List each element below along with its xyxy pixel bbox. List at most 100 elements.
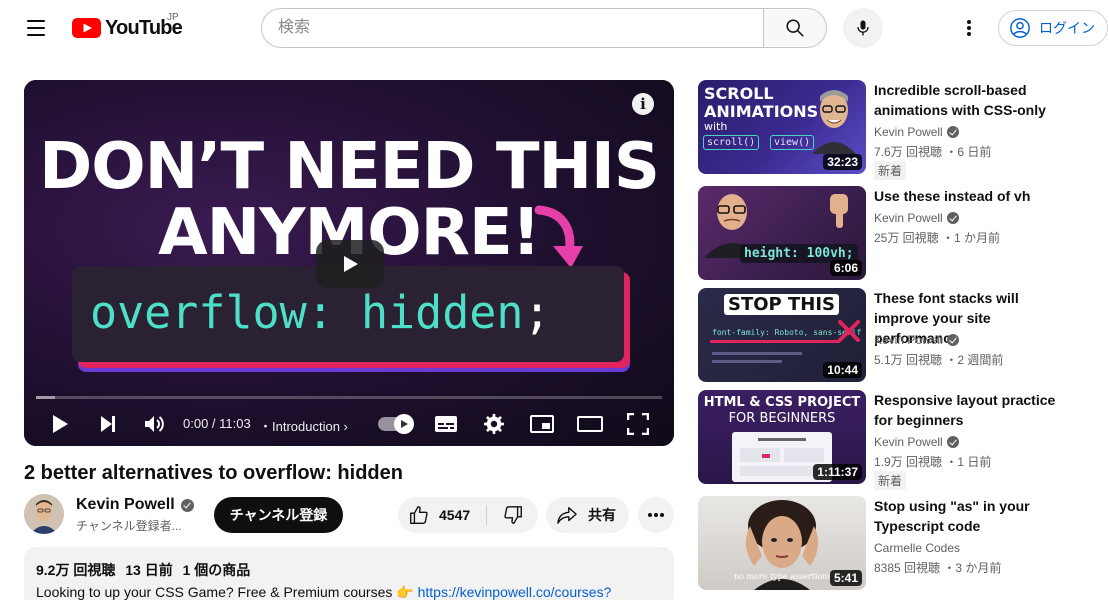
thumbs-down-icon bbox=[503, 506, 522, 524]
progress-bar[interactable] bbox=[36, 396, 662, 399]
play-button[interactable] bbox=[46, 410, 74, 438]
thumbnail-code: overflow: hidden; bbox=[90, 286, 551, 339]
subscribe-button[interactable]: チャンネル登録 bbox=[214, 497, 343, 533]
verified-badge-icon bbox=[180, 498, 194, 512]
video-title: 2 better alternatives to overflow: hidde… bbox=[24, 462, 403, 484]
volume-icon bbox=[145, 416, 164, 432]
sign-in-button[interactable]: ログイン bbox=[998, 10, 1108, 46]
settings-button[interactable] bbox=[480, 410, 508, 438]
chapter-label: ・Introduction bbox=[259, 419, 340, 434]
video-duration: 10:44 bbox=[823, 362, 862, 378]
subtitles-icon bbox=[435, 416, 457, 432]
region-code: JP bbox=[167, 12, 179, 23]
thumbs-up-icon bbox=[410, 506, 428, 524]
new-badge: 新着 bbox=[874, 471, 907, 490]
search-input[interactable] bbox=[261, 8, 764, 48]
recommended-video[interactable]: STOP THIS font-family: Roboto, sans-seri… bbox=[698, 288, 1098, 384]
channel-name[interactable]: Kevin Powell bbox=[76, 496, 194, 514]
autoplay-play-icon bbox=[401, 420, 408, 428]
thumbnail-code-line bbox=[712, 360, 782, 363]
recommended-video[interactable]: no more type assertions 5:41 Stop using … bbox=[698, 496, 1098, 592]
view-count: 9.2万 回視聴 bbox=[36, 562, 116, 578]
fullscreen-button[interactable] bbox=[624, 410, 652, 438]
like-button[interactable]: 4547 bbox=[398, 497, 486, 533]
search-icon bbox=[786, 19, 804, 37]
description-box[interactable]: 9.2万 回視聴 13 日前 1 個の商品 Looking to up your… bbox=[24, 547, 674, 600]
more-horiz-icon bbox=[648, 513, 664, 517]
recommended-channel[interactable]: Kevin Powell bbox=[874, 211, 959, 225]
thumbnail-text: SCROLL bbox=[704, 84, 774, 103]
video-thumbnail[interactable]: HTML & CSS PROJECT FOR BEGINNERS 1:11:37 bbox=[698, 390, 866, 484]
video-duration: 5:41 bbox=[829, 570, 862, 586]
large-play-button[interactable] bbox=[316, 240, 384, 288]
theater-icon bbox=[577, 416, 603, 432]
video-thumbnail[interactable]: STOP THIS font-family: Roboto, sans-seri… bbox=[698, 288, 866, 382]
recommended-video-title[interactable]: Responsive layout practice for beginners bbox=[874, 390, 1074, 430]
share-button[interactable]: 共有 bbox=[546, 497, 629, 533]
recommended-video-meta: 5.1万 回視聴 ・2 週間前 bbox=[874, 353, 1004, 367]
recommended-channel[interactable]: Carmelle Codes bbox=[874, 541, 960, 555]
mute-button[interactable] bbox=[140, 410, 168, 438]
subtitles-button[interactable] bbox=[432, 410, 460, 438]
code-property: overflow: bbox=[90, 286, 334, 339]
miniplayer-icon bbox=[530, 415, 554, 433]
recommended-video-meta: 8385 回視聴 ・3 か月前 bbox=[874, 561, 1002, 575]
chapter-title[interactable]: ・Introduction › bbox=[259, 416, 348, 435]
recommended-channel-name: Kevin Powell bbox=[874, 125, 943, 139]
time-display: 0:00 / 11:03 bbox=[183, 416, 251, 431]
sign-in-label: ログイン bbox=[1039, 20, 1095, 36]
like-dislike-group: 4547 bbox=[398, 497, 538, 533]
video-player[interactable]: DON’T NEED THIS ANYMORE! overflow: hidde… bbox=[24, 80, 674, 446]
recommended-video[interactable]: HTML & CSS PROJECT FOR BEGINNERS 1:11:37… bbox=[698, 390, 1098, 490]
more-actions-button[interactable] bbox=[638, 497, 674, 533]
upload-date: 13 日前 bbox=[125, 562, 173, 578]
recommended-channel[interactable]: Kevin Powell bbox=[874, 333, 959, 347]
video-duration: 6:06 bbox=[829, 260, 862, 276]
autoplay-toggle[interactable] bbox=[378, 414, 414, 434]
thumbnail-code: view() bbox=[770, 135, 815, 150]
description-text: Looking to up your CSS Game? Free & Prem… bbox=[36, 584, 662, 600]
fullscreen-icon bbox=[627, 413, 649, 435]
account-icon bbox=[1010, 18, 1030, 38]
share-label: 共有 bbox=[588, 507, 616, 523]
verified-badge-icon bbox=[946, 334, 959, 346]
settings-more-button[interactable] bbox=[951, 12, 987, 44]
recommended-channel[interactable]: Kevin Powell bbox=[874, 435, 959, 449]
next-button[interactable] bbox=[94, 410, 122, 438]
thumbnail-code-line bbox=[712, 352, 802, 355]
dislike-button[interactable] bbox=[487, 497, 538, 533]
subscriber-count: チャンネル登録者... bbox=[76, 519, 182, 533]
player-controls: 0:00 / 11:03 ・Introduction › bbox=[24, 402, 674, 446]
thumbnail-code-text: height: 100vh; bbox=[744, 246, 854, 261]
video-thumbnail[interactable]: SCROLL ANIMATIONS with scroll() view() 3… bbox=[698, 80, 866, 174]
recommended-video-title[interactable]: Stop using "as" in your Typescript code bbox=[874, 496, 1074, 536]
recommended-video-title[interactable]: Use these instead of vh bbox=[874, 186, 1074, 206]
video-duration: 32:23 bbox=[823, 154, 862, 170]
recommended-channel[interactable]: Kevin Powell bbox=[874, 125, 959, 139]
info-icon[interactable]: i bbox=[632, 93, 654, 115]
presenter-face-icon bbox=[812, 90, 856, 154]
search-button[interactable] bbox=[763, 8, 827, 48]
video-thumbnail[interactable]: height: 100vh; 6:06 bbox=[698, 186, 866, 280]
description-body: Looking to up your CSS Game? Free & Prem… bbox=[36, 584, 418, 600]
channel-avatar[interactable] bbox=[24, 494, 64, 534]
curved-arrow-icon bbox=[534, 205, 583, 268]
thumbnail-text: ANIMATIONS bbox=[704, 102, 819, 121]
verified-badge-icon bbox=[946, 212, 959, 224]
recommended-video[interactable]: height: 100vh; 6:06 Use these instead of… bbox=[698, 186, 1098, 282]
progress-buffered bbox=[36, 396, 55, 399]
menu-icon[interactable] bbox=[20, 16, 52, 40]
theater-mode-button[interactable] bbox=[576, 410, 604, 438]
voice-search-button[interactable] bbox=[843, 8, 883, 48]
masthead: YouTube JP ログイン bbox=[0, 0, 1109, 56]
recommended-video-title[interactable]: Incredible scroll-based animations with … bbox=[874, 80, 1074, 120]
recommended-video-meta: 25万 回視聴 ・1 か月前 bbox=[874, 231, 1001, 245]
recommended-video[interactable]: SCROLL ANIMATIONS with scroll() view() 3… bbox=[698, 80, 1098, 180]
youtube-logo[interactable]: YouTube bbox=[72, 16, 183, 40]
courses-link[interactable]: https://kevinpowell.co/courses? bbox=[418, 584, 612, 600]
skip-next-icon bbox=[101, 416, 115, 432]
channel-name-text: Kevin Powell bbox=[76, 496, 175, 513]
video-thumbnail[interactable]: no more type assertions 5:41 bbox=[698, 496, 866, 590]
recommended-video-meta: 7.6万 回視聴 ・6 日前 bbox=[874, 145, 992, 159]
miniplayer-button[interactable] bbox=[528, 410, 556, 438]
